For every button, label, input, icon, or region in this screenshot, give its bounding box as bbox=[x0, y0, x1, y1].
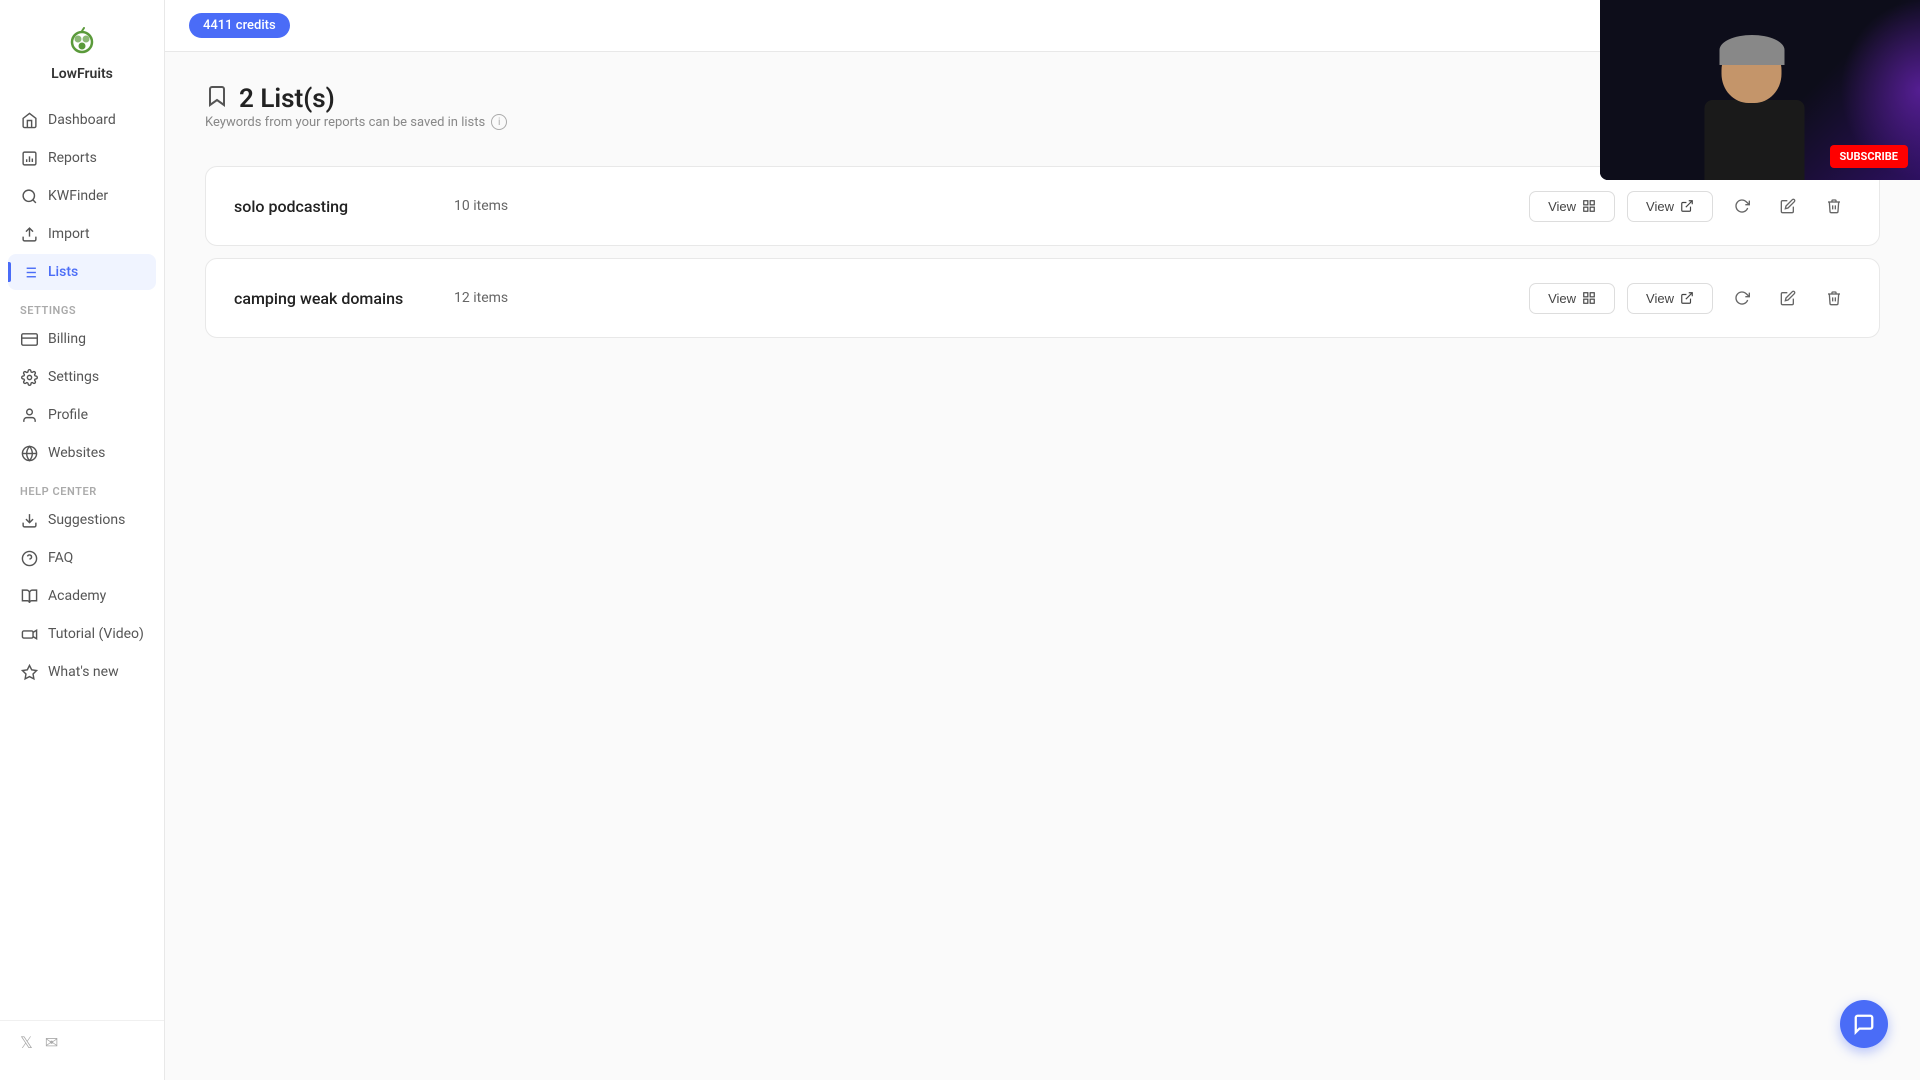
sidebar-item-label: What's new bbox=[48, 664, 119, 680]
view-button-inline[interactable]: View bbox=[1529, 283, 1615, 314]
list-name: camping weak domains bbox=[234, 289, 434, 308]
book-icon bbox=[20, 587, 38, 605]
sidebar-item-label: Dashboard bbox=[48, 112, 116, 128]
sidebar-item-reports[interactable]: Reports bbox=[8, 140, 156, 176]
gear-icon bbox=[20, 368, 38, 386]
sidebar-item-billing[interactable]: Billing bbox=[8, 321, 156, 357]
video-overlay: SUBSCRIBE bbox=[1600, 0, 1920, 180]
page-subtitle: Keywords from your reports can be saved … bbox=[205, 114, 507, 130]
search-circle-icon bbox=[20, 187, 38, 205]
credit-card-icon bbox=[20, 330, 38, 348]
page-title: 2 List(s) bbox=[239, 84, 335, 114]
grid-view-icon bbox=[1582, 199, 1596, 213]
sidebar-item-suggestions[interactable]: Suggestions bbox=[8, 502, 156, 538]
logo: LowFruits bbox=[0, 16, 164, 102]
view-button-external[interactable]: View bbox=[1627, 191, 1713, 222]
sidebar-item-import[interactable]: Import bbox=[8, 216, 156, 252]
subscribe-badge: SUBSCRIBE bbox=[1830, 145, 1909, 168]
list-icon bbox=[20, 263, 38, 281]
list-items-count: 10 items bbox=[454, 198, 534, 214]
delete-button[interactable] bbox=[1817, 189, 1851, 223]
support-chat-button[interactable] bbox=[1840, 1000, 1888, 1048]
page-title-row: 2 List(s) bbox=[205, 84, 507, 114]
download-icon bbox=[20, 511, 38, 529]
list-name: solo podcasting bbox=[234, 197, 434, 216]
sidebar-item-label: Import bbox=[48, 226, 90, 242]
sidebar-item-label: Billing bbox=[48, 331, 86, 347]
sidebar-item-websites[interactable]: Websites bbox=[8, 435, 156, 471]
info-icon[interactable]: i bbox=[491, 114, 507, 130]
edit-button[interactable] bbox=[1771, 281, 1805, 315]
sidebar-item-label: Tutorial (Video) bbox=[48, 626, 144, 642]
external-link-icon bbox=[1680, 199, 1694, 213]
sidebar-item-label: FAQ bbox=[48, 550, 73, 566]
sidebar-item-label: Suggestions bbox=[48, 512, 125, 528]
list-actions: View View bbox=[1529, 281, 1851, 315]
sidebar-item-label: KWFinder bbox=[48, 188, 108, 204]
chart-icon bbox=[20, 149, 38, 167]
sidebar-item-label: Profile bbox=[48, 407, 88, 423]
sidebar-item-label: Lists bbox=[48, 264, 78, 280]
sidebar-item-kwfinder[interactable]: KWFinder bbox=[8, 178, 156, 214]
page-title-area: 2 List(s) Keywords from your reports can… bbox=[205, 84, 507, 158]
sidebar-item-tutorial[interactable]: Tutorial (Video) bbox=[8, 616, 156, 652]
sidebar-item-lists[interactable]: Lists bbox=[8, 254, 156, 290]
edit-button[interactable] bbox=[1771, 189, 1805, 223]
list-item-camping-weak-domains: camping weak domains 12 items View View bbox=[205, 258, 1880, 338]
list-items-count: 12 items bbox=[454, 290, 534, 306]
sidebar-item-dashboard[interactable]: Dashboard bbox=[8, 102, 156, 138]
person-icon bbox=[20, 406, 38, 424]
delete-button[interactable] bbox=[1817, 281, 1851, 315]
page-body: 2 List(s) Keywords from your reports can… bbox=[165, 52, 1920, 1080]
sidebar-item-faq[interactable]: FAQ bbox=[8, 540, 156, 576]
view-button-external[interactable]: View bbox=[1627, 283, 1713, 314]
refresh-button[interactable] bbox=[1725, 281, 1759, 315]
upload-icon bbox=[20, 225, 38, 243]
email-icon[interactable]: ✉ bbox=[45, 1033, 58, 1052]
logo-text: LowFruits bbox=[51, 66, 113, 82]
sidebar: LowFruits Dashboard Reports bbox=[0, 0, 165, 1080]
sidebar-item-settings[interactable]: Settings bbox=[8, 359, 156, 395]
star-icon bbox=[20, 663, 38, 681]
settings-section-label: SETTINGS bbox=[8, 292, 156, 321]
globe-icon bbox=[20, 444, 38, 462]
bookmark-icon bbox=[205, 84, 229, 114]
video-icon bbox=[20, 625, 38, 643]
question-icon bbox=[20, 549, 38, 567]
logo-icon bbox=[64, 26, 100, 62]
sidebar-item-whats-new[interactable]: What's new bbox=[8, 654, 156, 690]
sidebar-item-label: Reports bbox=[48, 150, 97, 166]
twitter-icon[interactable]: 𝕏 bbox=[20, 1033, 33, 1052]
view-button-inline[interactable]: View bbox=[1529, 191, 1615, 222]
help-section-label: HELP CENTER bbox=[8, 473, 156, 502]
external-link-icon bbox=[1680, 291, 1694, 305]
grid-view-icon bbox=[1582, 291, 1596, 305]
sidebar-item-profile[interactable]: Profile bbox=[8, 397, 156, 433]
sidebar-item-label: Settings bbox=[48, 369, 99, 385]
sidebar-footer: 𝕏 ✉ bbox=[0, 1020, 164, 1064]
credits-badge[interactable]: 4411 credits bbox=[189, 13, 290, 38]
sidebar-item-label: Academy bbox=[48, 588, 106, 604]
video-person: SUBSCRIBE bbox=[1600, 0, 1920, 180]
refresh-button[interactable] bbox=[1725, 189, 1759, 223]
sidebar-item-label: Websites bbox=[48, 445, 105, 461]
list-actions: View View bbox=[1529, 189, 1851, 223]
sidebar-item-academy[interactable]: Academy bbox=[8, 578, 156, 614]
main-nav: Dashboard Reports KWFinder bbox=[0, 102, 164, 1020]
house-icon bbox=[20, 111, 38, 129]
